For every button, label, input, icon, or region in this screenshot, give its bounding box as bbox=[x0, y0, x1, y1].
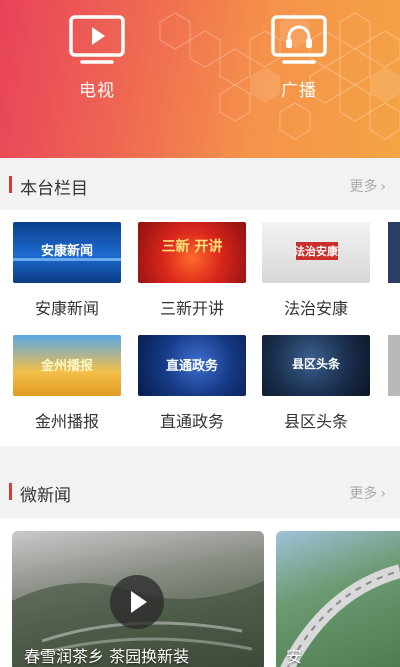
channels-section-header: 本台栏目 更多 › bbox=[0, 158, 400, 210]
next-channel-peek bbox=[388, 222, 400, 283]
news-caption: 安 bbox=[286, 647, 303, 666]
channel-name: 县区头条 bbox=[283, 412, 348, 431]
section-title: 微新闻 bbox=[20, 486, 71, 506]
section-accent-bar bbox=[9, 176, 12, 193]
radio-label: 广播 bbox=[281, 81, 317, 101]
section-accent-bar bbox=[9, 483, 12, 500]
more-link[interactable]: 更多 › bbox=[349, 483, 386, 503]
tv-play-icon bbox=[69, 15, 125, 64]
news-video-card[interactable]: 安 bbox=[276, 531, 400, 667]
channel-thumbnail: 金州播报 bbox=[13, 335, 121, 396]
thumbnail-text: 三新 开讲 bbox=[161, 239, 223, 255]
channel-tile[interactable]: 县区头条 县区头条 bbox=[262, 335, 370, 432]
thumbnail-text: 安康新闻 bbox=[40, 244, 93, 259]
channels-grid: 安康新闻 安康新闻 三新 开讲 三新开讲 法治安康 法治安康 金州播报 金州播报… bbox=[0, 210, 400, 446]
channel-thumbnail: 法治安康 bbox=[262, 222, 370, 283]
chevron-right-icon: › bbox=[380, 486, 386, 502]
channel-tile[interactable]: 法治安康 法治安康 bbox=[262, 222, 370, 319]
channel-name: 三新开讲 bbox=[159, 299, 224, 318]
channel-name: 金州播报 bbox=[34, 412, 99, 431]
thumbnail-text: 法治安康 bbox=[294, 245, 338, 258]
channel-tile[interactable]: 金州播报 金州播报 bbox=[13, 335, 121, 432]
channel-thumbnail: 县区头条 bbox=[262, 335, 370, 396]
more-label: 更多 bbox=[349, 179, 378, 195]
channel-thumbnail: 直通政务 bbox=[138, 335, 246, 396]
channel-tile[interactable]: 直通政务 直通政务 bbox=[138, 335, 246, 432]
tv-label: 电视 bbox=[79, 81, 115, 101]
radio-button[interactable]: 广播 bbox=[249, 14, 349, 106]
section-title: 本台栏目 bbox=[20, 179, 88, 199]
play-icon[interactable] bbox=[110, 575, 164, 629]
micro-news-section-header: 微新闻 更多 › bbox=[0, 465, 400, 517]
channel-tile[interactable]: 三新 开讲 三新开讲 bbox=[138, 222, 246, 319]
channel-name: 法治安康 bbox=[283, 299, 348, 318]
channel-tile[interactable]: 安康新闻 安康新闻 bbox=[13, 222, 121, 319]
headphones-icon bbox=[271, 15, 327, 64]
thumbnail-text: 县区头条 bbox=[291, 357, 340, 371]
more-link[interactable]: 更多 › bbox=[349, 176, 386, 196]
next-channel-peek bbox=[388, 335, 400, 396]
thumbnail-text: 金州播报 bbox=[40, 359, 93, 374]
hero-banner: 电视 广播 bbox=[0, 0, 400, 158]
more-label: 更多 bbox=[349, 486, 378, 502]
channel-name: 安康新闻 bbox=[34, 299, 99, 318]
tv-button[interactable]: 电视 bbox=[47, 14, 147, 106]
channel-thumbnail: 安康新闻 bbox=[13, 222, 121, 283]
micro-news-list: 春雪润茶乡 茶园换新装 安 bbox=[0, 518, 400, 667]
chevron-right-icon: › bbox=[380, 179, 386, 195]
news-video-card[interactable]: 春雪润茶乡 茶园换新装 bbox=[12, 531, 264, 667]
thumbnail-text: 直通政务 bbox=[165, 359, 218, 374]
channel-thumbnail: 三新 开讲 bbox=[138, 222, 246, 283]
news-caption: 春雪润茶乡 茶园换新装 bbox=[24, 647, 190, 666]
channel-name: 直通政务 bbox=[159, 412, 224, 431]
